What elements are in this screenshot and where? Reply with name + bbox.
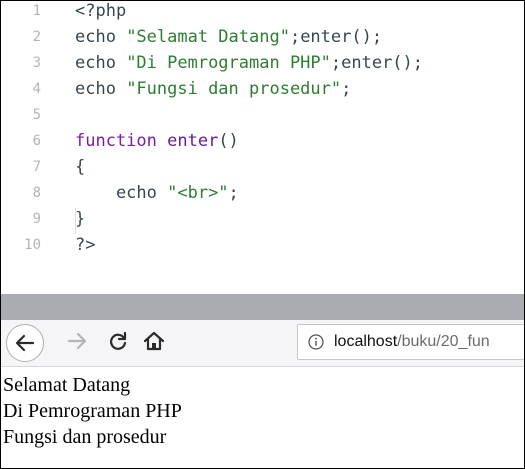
code-token: enter: [167, 131, 219, 151]
line-number: 1: [32, 3, 41, 19]
window-separator: [1, 294, 524, 320]
page-content: Selamat Datang Di Pemrograman PHP Fungsi…: [1, 367, 524, 468]
line-number: 8: [32, 185, 41, 201]
reload-icon: [110, 331, 127, 350]
line-number: 10: [24, 237, 41, 253]
code-text: echo "Di Pemrograman PHP";enter();: [75, 50, 423, 76]
code-token: echo: [75, 79, 127, 99]
code-line: 9}: [1, 206, 524, 232]
code-line: 1 <?php: [1, 1, 524, 24]
browser-toolbar: localhost/buku/20_fun: [1, 320, 524, 366]
code-text: echo "Fungsi dan prosedur";: [75, 76, 351, 102]
url-text: localhost/buku/20_fun: [334, 325, 490, 359]
line-number: 4: [32, 81, 41, 97]
forward-button[interactable]: [63, 327, 91, 355]
code-token: ;: [228, 183, 239, 203]
code-token: {: [75, 157, 86, 177]
code-token: ;: [341, 79, 352, 99]
code-text: }: [75, 206, 85, 232]
code-text: function enter(): [75, 128, 239, 154]
code-token: echo: [75, 27, 127, 47]
line-number: 2: [32, 29, 41, 45]
code-token: ;enter();: [289, 27, 383, 47]
code-token: }: [75, 209, 86, 229]
url-path: /buku/20_fun: [397, 333, 490, 350]
reload-button[interactable]: [104, 327, 132, 355]
output-line-1: Selamat Datang: [3, 374, 131, 396]
code-token: echo: [75, 183, 168, 203]
line-number: 9: [32, 211, 41, 227]
code-line: 10 ?>: [1, 232, 524, 258]
code-text: echo "Selamat Datang";enter();: [75, 24, 382, 50]
home-button[interactable]: [140, 327, 168, 355]
code-token: <?php: [75, 1, 127, 21]
screenshot-frame: 1 <?php 2 echo "Selamat Datang";enter(); 3 ec…: [0, 0, 525, 469]
code-text: <?php: [75, 1, 126, 24]
code-line: 7{: [1, 154, 524, 180]
code-line: 2 echo "Selamat Datang";enter();: [1, 24, 524, 50]
code-editor[interactable]: 1 <?php 2 echo "Selamat Datang";enter(); 3 ec…: [1, 1, 524, 294]
code-line: 4 echo "Fungsi dan prosedur";: [1, 76, 524, 102]
code-token: "Di Pemrograman PHP": [126, 53, 331, 73]
code-text: echo "<br>";: [75, 180, 239, 206]
home-icon: [143, 331, 165, 351]
code-token: "<br>": [167, 183, 229, 203]
code-token: ?>: [75, 235, 96, 255]
code-line: 3 echo "Di Pemrograman PHP";enter();: [1, 50, 524, 76]
back-arrow-icon: [15, 334, 35, 352]
url-host: localhost: [334, 333, 398, 350]
line-number: 7: [32, 159, 41, 175]
code-token: "Fungsi dan prosedur": [126, 79, 342, 99]
code-token: "Selamat Datang": [126, 27, 290, 47]
line-number: 6: [32, 133, 41, 149]
code-line: 6 function enter(): [1, 128, 524, 154]
code-token: echo: [75, 53, 127, 73]
forward-arrow-icon: [67, 332, 87, 350]
code-line: 5: [1, 102, 524, 128]
code-token: function: [75, 131, 168, 151]
output-line-2: Di Pemrograman PHP: [3, 400, 182, 422]
code-text: {: [75, 154, 85, 180]
line-number: 3: [32, 55, 41, 71]
code-line: 8 echo "<br>";: [1, 180, 524, 206]
code-text: ?>: [75, 232, 95, 258]
code-token: ;enter();: [330, 53, 424, 73]
code-token: (): [218, 131, 239, 151]
back-button[interactable]: [6, 324, 44, 362]
url-bar[interactable]: localhost/buku/20_fun: [297, 324, 524, 360]
info-icon[interactable]: [308, 334, 324, 350]
line-number: 5: [32, 107, 41, 123]
output-line-3: Fungsi dan prosedur: [3, 426, 167, 448]
